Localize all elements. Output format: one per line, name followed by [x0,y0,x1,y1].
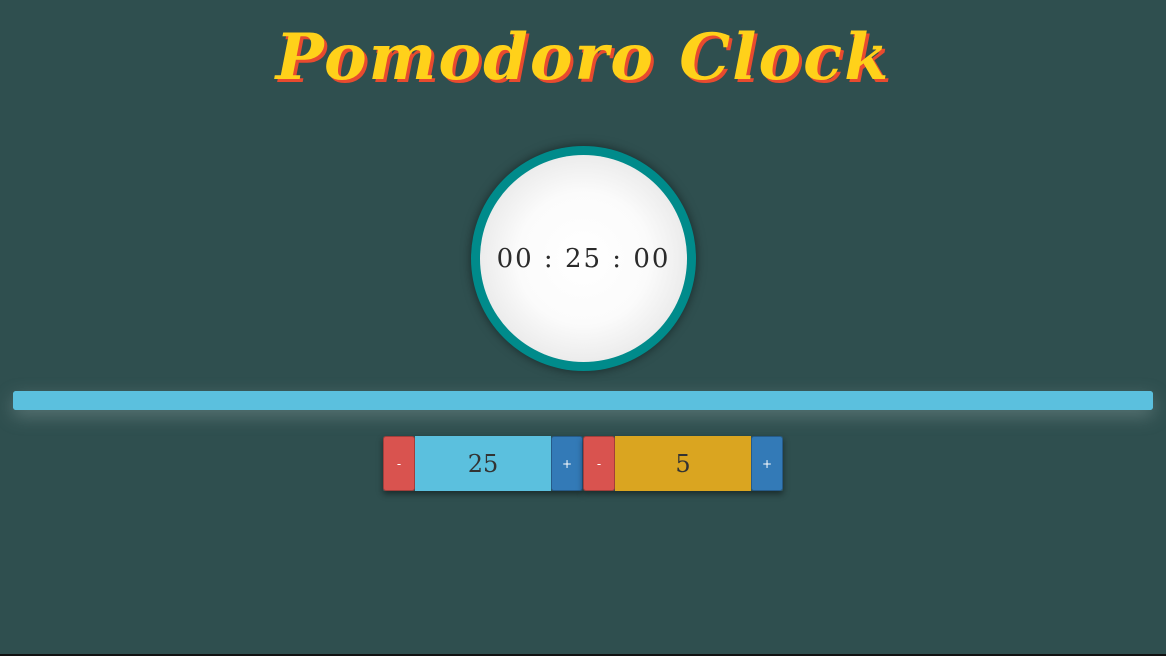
timer-display: 00 : 25 : 00 [496,243,671,274]
progress-fill [13,391,1153,410]
break-decrement-button[interactable]: - [583,436,615,491]
session-decrement-button[interactable]: - [383,436,415,491]
break-increment-button[interactable]: + [751,436,783,491]
break-length-value: 5 [615,436,751,491]
session-length-control: - 25 + [383,436,583,491]
clock-face[interactable]: 00 : 25 : 00 [480,155,687,362]
page-title: Pomodoro Clock [275,20,891,95]
clock-ring[interactable]: 00 : 25 : 00 [471,146,696,371]
progress-bar [13,391,1153,410]
break-length-control: - 5 + [583,436,783,491]
session-length-value: 25 [415,436,551,491]
session-increment-button[interactable]: + [551,436,583,491]
